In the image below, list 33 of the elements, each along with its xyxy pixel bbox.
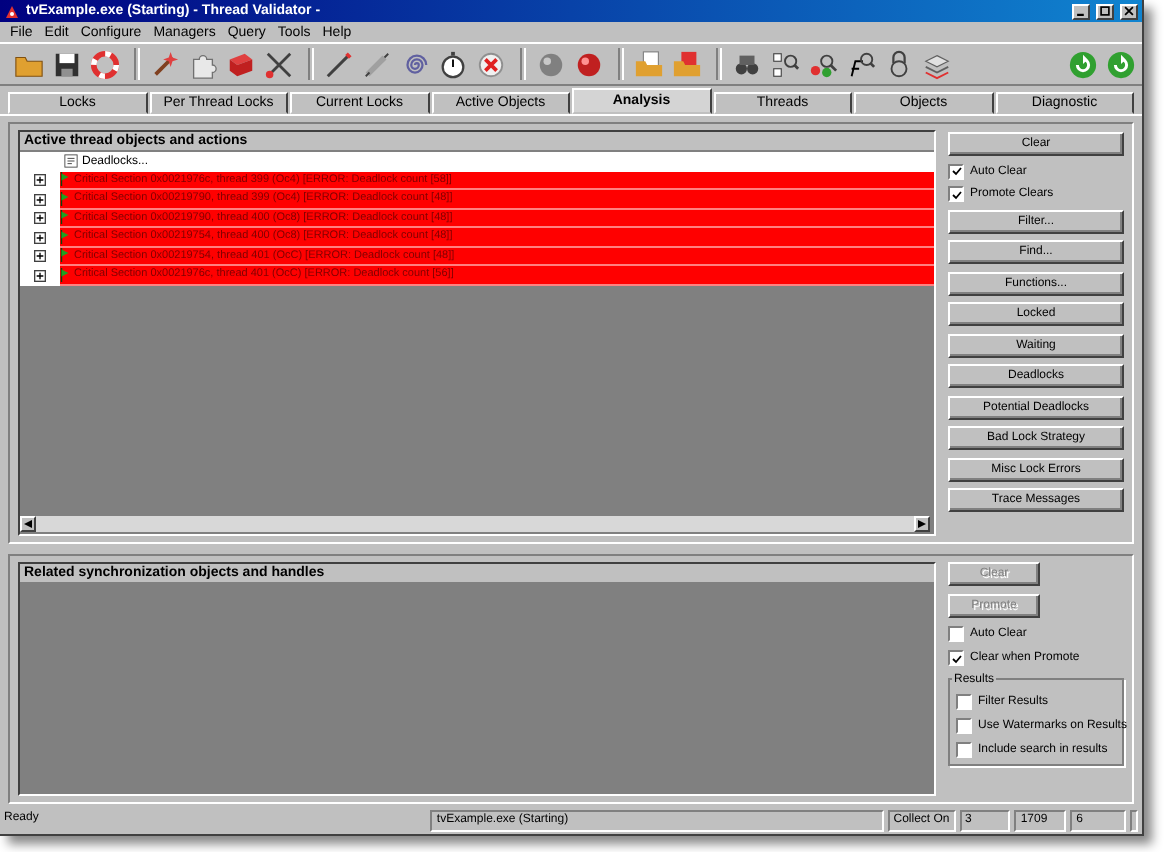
checkbox[interactable] [948,163,964,179]
minimize-button[interactable] [1072,3,1090,19]
stopwatch-icon[interactable] [436,47,470,81]
status-cell [1130,810,1138,832]
app-icon [4,3,20,19]
checkbox[interactable] [956,742,972,758]
scroll-left-icon[interactable] [20,516,36,532]
maximize-icon [1100,6,1110,16]
tree-search-icon[interactable] [768,47,802,81]
checkbox[interactable] [956,718,972,734]
expand-icon[interactable] [34,269,46,282]
checkbox[interactable] [956,694,972,710]
folder-icon[interactable] [670,47,704,81]
cross-icon[interactable] [474,47,508,81]
expand-icon[interactable] [34,231,46,244]
pen-icon[interactable] [322,47,356,81]
close-button[interactable] [1120,3,1138,19]
maximize-button[interactable] [1096,3,1114,19]
scroll-right-icon[interactable] [914,516,930,532]
expand-icon[interactable] [34,193,46,206]
close-icon [1124,6,1134,16]
checkbox[interactable] [948,186,964,202]
expand-icon[interactable] [34,250,46,263]
refresh-icon[interactable] [1104,47,1138,81]
refresh-icon[interactable] [1066,47,1100,81]
folder-icon[interactable] [632,47,666,81]
checkbox[interactable] [948,626,964,642]
horizontal-scrollbar[interactable] [20,516,930,532]
expand-icon[interactable] [34,212,46,225]
lifebuoy-icon[interactable] [88,47,122,81]
checkbox[interactable] [948,650,964,666]
expand-icon[interactable] [34,174,46,187]
scissors-icon[interactable] [262,47,296,81]
